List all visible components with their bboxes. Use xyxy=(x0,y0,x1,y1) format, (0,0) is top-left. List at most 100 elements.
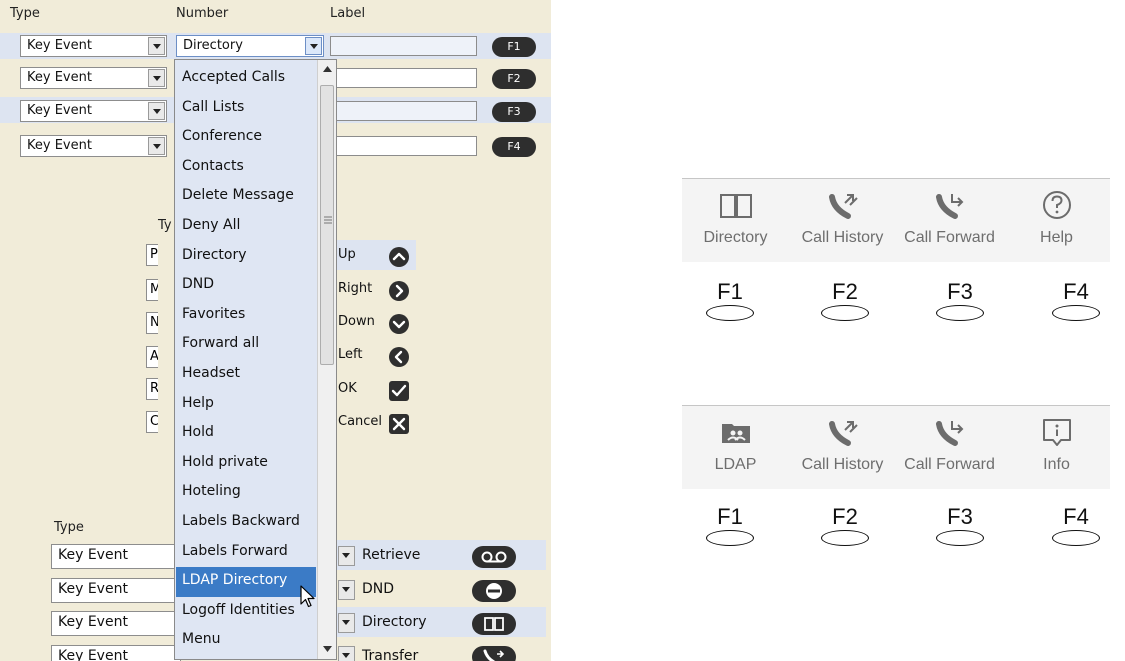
softkey-info[interactable]: Info xyxy=(1003,406,1110,490)
softkey-call-history[interactable]: Call History xyxy=(789,406,896,490)
call-history-icon xyxy=(828,194,858,219)
dropdown-option[interactable]: Labels Backward xyxy=(176,508,316,538)
nav-type-select-left[interactable]: A xyxy=(146,346,158,368)
dropdown-option[interactable]: LDAP Directory xyxy=(176,567,316,598)
bottom-type-select-1[interactable]: Key Event xyxy=(51,544,181,569)
dropdown-option[interactable]: Labels Forward xyxy=(176,538,316,568)
type-select-f3[interactable]: Key Event xyxy=(20,100,167,122)
dropdown-option[interactable]: Menu xyxy=(176,626,316,656)
nav-label-down: Down xyxy=(338,314,375,329)
softkey-directory[interactable]: Directory xyxy=(682,179,789,263)
nav-label-right: Right xyxy=(338,281,373,296)
nav-type-select-cancel[interactable]: C xyxy=(146,411,158,433)
phone-fkey-f4-screen2[interactable]: F4 xyxy=(1050,505,1102,551)
softkey-label: Call History xyxy=(801,456,884,473)
label-input-f2[interactable] xyxy=(330,68,477,88)
nav-type-select-up[interactable]: P xyxy=(146,244,158,266)
scroll-down-arrow-icon[interactable] xyxy=(323,646,332,652)
scroll-up-arrow-icon[interactable] xyxy=(323,66,332,72)
bottom-type-select-4[interactable]: Key Event xyxy=(51,645,181,661)
chevron-down-icon xyxy=(389,314,409,334)
fkey-oval xyxy=(1052,530,1100,546)
scrollbar-thumb[interactable] xyxy=(320,85,334,365)
dropdown-option[interactable]: Logoff Identities xyxy=(176,597,316,627)
dropdown-option[interactable]: Headset xyxy=(176,360,316,390)
type-select-f1[interactable]: Key Event xyxy=(20,35,167,57)
softkey-label: Help xyxy=(1040,229,1073,246)
ldap-folder-icon xyxy=(721,424,750,443)
nav-label-left: Left xyxy=(338,347,363,362)
dropdown-arrow-icon[interactable] xyxy=(148,102,165,120)
softkey-label: Directory xyxy=(703,229,768,246)
dropdown-option[interactable]: Directory xyxy=(176,242,316,272)
dropdown-option[interactable]: Delete Message xyxy=(176,182,316,212)
bottom-label-transfer: Transfer xyxy=(362,648,419,661)
phone-fkey-f2[interactable]: F2 xyxy=(819,280,871,326)
softkey-config-panel: Type Number Label Key Event Directory F1… xyxy=(0,0,551,661)
dropdown-option[interactable]: Hold xyxy=(176,419,316,449)
softkey-label: Call History xyxy=(801,229,884,246)
dropdown-option[interactable]: Call Lists xyxy=(176,94,316,124)
dropdown-option[interactable]: Hold private xyxy=(176,449,316,479)
call-history-icon xyxy=(828,421,858,446)
bottom-type-select-3[interactable]: Key Event xyxy=(51,611,181,636)
dropdown-arrow-icon[interactable] xyxy=(148,37,165,55)
softkey-call-history[interactable]: Call History xyxy=(789,179,896,263)
fkey-oval xyxy=(706,305,754,321)
nav-type-select-ok[interactable]: R xyxy=(146,378,158,400)
softkey-help[interactable]: Help xyxy=(1003,179,1110,263)
fkey-badge-f3: F3 xyxy=(492,102,536,122)
softkey-label: Call Forward xyxy=(904,229,995,246)
softkey-label: LDAP xyxy=(714,456,757,473)
softkey-bar-screen-2: LDAP Call History Call Forward Info xyxy=(682,405,1110,489)
nav-type-select-down[interactable]: N xyxy=(146,312,158,334)
number-dropdown-list[interactable]: Accepted Calls Call Lists Conference Contac… xyxy=(174,59,337,660)
dropdown-option[interactable]: Help xyxy=(176,390,316,420)
nav-label-up: Up xyxy=(338,247,356,262)
dropdown-scrollbar[interactable] xyxy=(317,60,336,659)
grip-icon xyxy=(324,216,332,224)
nav-type-select-right[interactable]: M xyxy=(146,279,158,301)
dropdown-option[interactable]: Contacts xyxy=(176,153,316,183)
fkey-oval xyxy=(821,305,869,321)
label-input-f3[interactable] xyxy=(330,101,477,121)
softkey-ldap[interactable]: LDAP xyxy=(682,406,789,490)
dropdown-option[interactable]: Deny All xyxy=(176,212,316,242)
phone-fkey-f1-screen2[interactable]: F1 xyxy=(704,505,756,551)
label-input-f1[interactable] xyxy=(330,36,477,56)
label-input-f4[interactable] xyxy=(330,136,477,156)
bottom-type-select-2[interactable]: Key Event xyxy=(51,578,181,603)
nav-type-header: Ty xyxy=(158,218,172,233)
call-forward-icon xyxy=(935,194,963,219)
dropdown-option[interactable]: Forward all xyxy=(176,330,316,360)
type-select-f4[interactable]: Key Event xyxy=(20,135,167,157)
checkmark-icon xyxy=(389,381,409,401)
phone-fkey-f2-screen2[interactable]: F2 xyxy=(819,505,871,551)
fkey-badge-f2: F2 xyxy=(492,69,536,89)
dropdown-arrow-icon[interactable] xyxy=(148,69,165,87)
phone-fkey-f4[interactable]: F4 xyxy=(1050,280,1102,326)
dropdown-arrow-icon[interactable] xyxy=(305,37,322,55)
dropdown-option[interactable]: DND xyxy=(176,271,316,301)
phone-fkey-f1[interactable]: F1 xyxy=(704,280,756,326)
fkey-badge-f1: F1 xyxy=(492,37,536,57)
dropdown-option[interactable]: Accepted Calls xyxy=(176,64,316,94)
number-select-f1[interactable]: Directory xyxy=(176,35,324,57)
call-forward-icon xyxy=(935,421,963,446)
softkey-call-forward[interactable]: Call Forward xyxy=(896,179,1003,263)
mouse-cursor-icon xyxy=(300,585,315,608)
dropdown-option[interactable]: Favorites xyxy=(176,301,316,331)
softkey-call-forward[interactable]: Call Forward xyxy=(896,406,1003,490)
dropdown-arrow-icon[interactable] xyxy=(148,137,165,155)
dropdown-option[interactable]: Hoteling xyxy=(176,478,316,508)
chevron-left-icon xyxy=(389,347,409,367)
type-select-f2[interactable]: Key Event xyxy=(20,67,167,89)
info-icon xyxy=(1042,419,1071,446)
dropdown-option[interactable]: Conference xyxy=(176,123,316,153)
book-icon xyxy=(719,194,752,218)
phone-fkey-f3[interactable]: F3 xyxy=(934,280,986,326)
voicemail-icon xyxy=(472,546,516,568)
type-column-header: Type xyxy=(10,6,40,21)
softkey-label: Info xyxy=(1043,456,1070,473)
phone-fkey-f3-screen2[interactable]: F3 xyxy=(934,505,986,551)
